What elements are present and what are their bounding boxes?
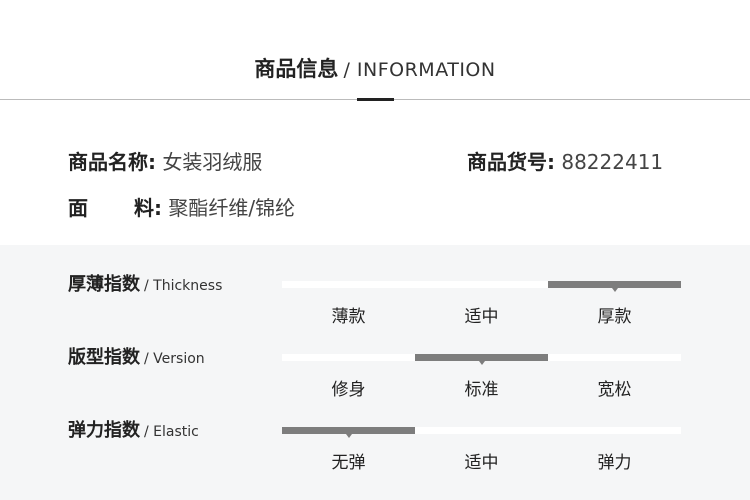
thickness-option-thin: 薄款	[331, 307, 366, 327]
version-label: 版型指数 / Version	[68, 344, 205, 372]
material-row: 面 料: 聚酯纤维/锦纶	[68, 193, 295, 223]
version-scale	[282, 354, 681, 365]
thickness-indicator-notch	[611, 288, 618, 292]
thickness-label: 厚薄指数 / Thickness	[68, 271, 222, 299]
elastic-option-stretch: 弹力	[597, 453, 632, 473]
section-header: 商品信息 / INFORMATION	[0, 0, 750, 101]
elastic-label: 弹力指数 / Elastic	[68, 417, 199, 445]
elastic-option-medium: 适中	[464, 453, 499, 473]
material-label-second: 料:	[134, 196, 162, 220]
elastic-indicator	[282, 427, 415, 434]
section-title: 商品信息 / INFORMATION	[0, 54, 750, 86]
material-value: 聚酯纤维/锦纶	[168, 196, 296, 220]
header-accent-underline	[357, 98, 394, 101]
thickness-option-medium: 适中	[464, 307, 499, 327]
section-title-cn: 商品信息	[254, 57, 339, 81]
version-label-cn: 版型指数	[68, 347, 140, 368]
elastic-indicator-notch	[345, 434, 352, 438]
material-label-first: 面	[68, 196, 88, 220]
version-option-standard: 标准	[464, 380, 499, 400]
thickness-indicator	[548, 281, 681, 288]
thickness-label-en: / Thickness	[144, 278, 223, 294]
product-sku-label: 商品货号:	[467, 150, 555, 174]
product-name-row: 商品名称: 女装羽绒服	[68, 147, 262, 177]
version-option-loose: 宽松	[597, 380, 632, 400]
section-title-en: / INFORMATION	[343, 59, 496, 81]
version-label-en: / Version	[144, 351, 205, 367]
product-name-value: 女装羽绒服	[162, 150, 263, 174]
thickness-option-thick: 厚款	[597, 307, 632, 327]
elastic-scale	[282, 427, 681, 438]
product-sku-row: 商品货号: 88222411	[467, 147, 663, 177]
elastic-label-en: / Elastic	[144, 424, 199, 440]
thickness-scale	[282, 281, 681, 292]
version-indicator	[415, 354, 548, 361]
product-sku-value: 88222411	[561, 150, 664, 174]
product-name-label: 商品名称:	[68, 150, 156, 174]
version-option-slim: 修身	[331, 380, 366, 400]
version-indicator-notch	[478, 361, 485, 365]
elastic-label-cn: 弹力指数	[68, 420, 140, 441]
thickness-label-cn: 厚薄指数	[68, 274, 140, 295]
elastic-option-none: 无弹	[331, 453, 366, 473]
